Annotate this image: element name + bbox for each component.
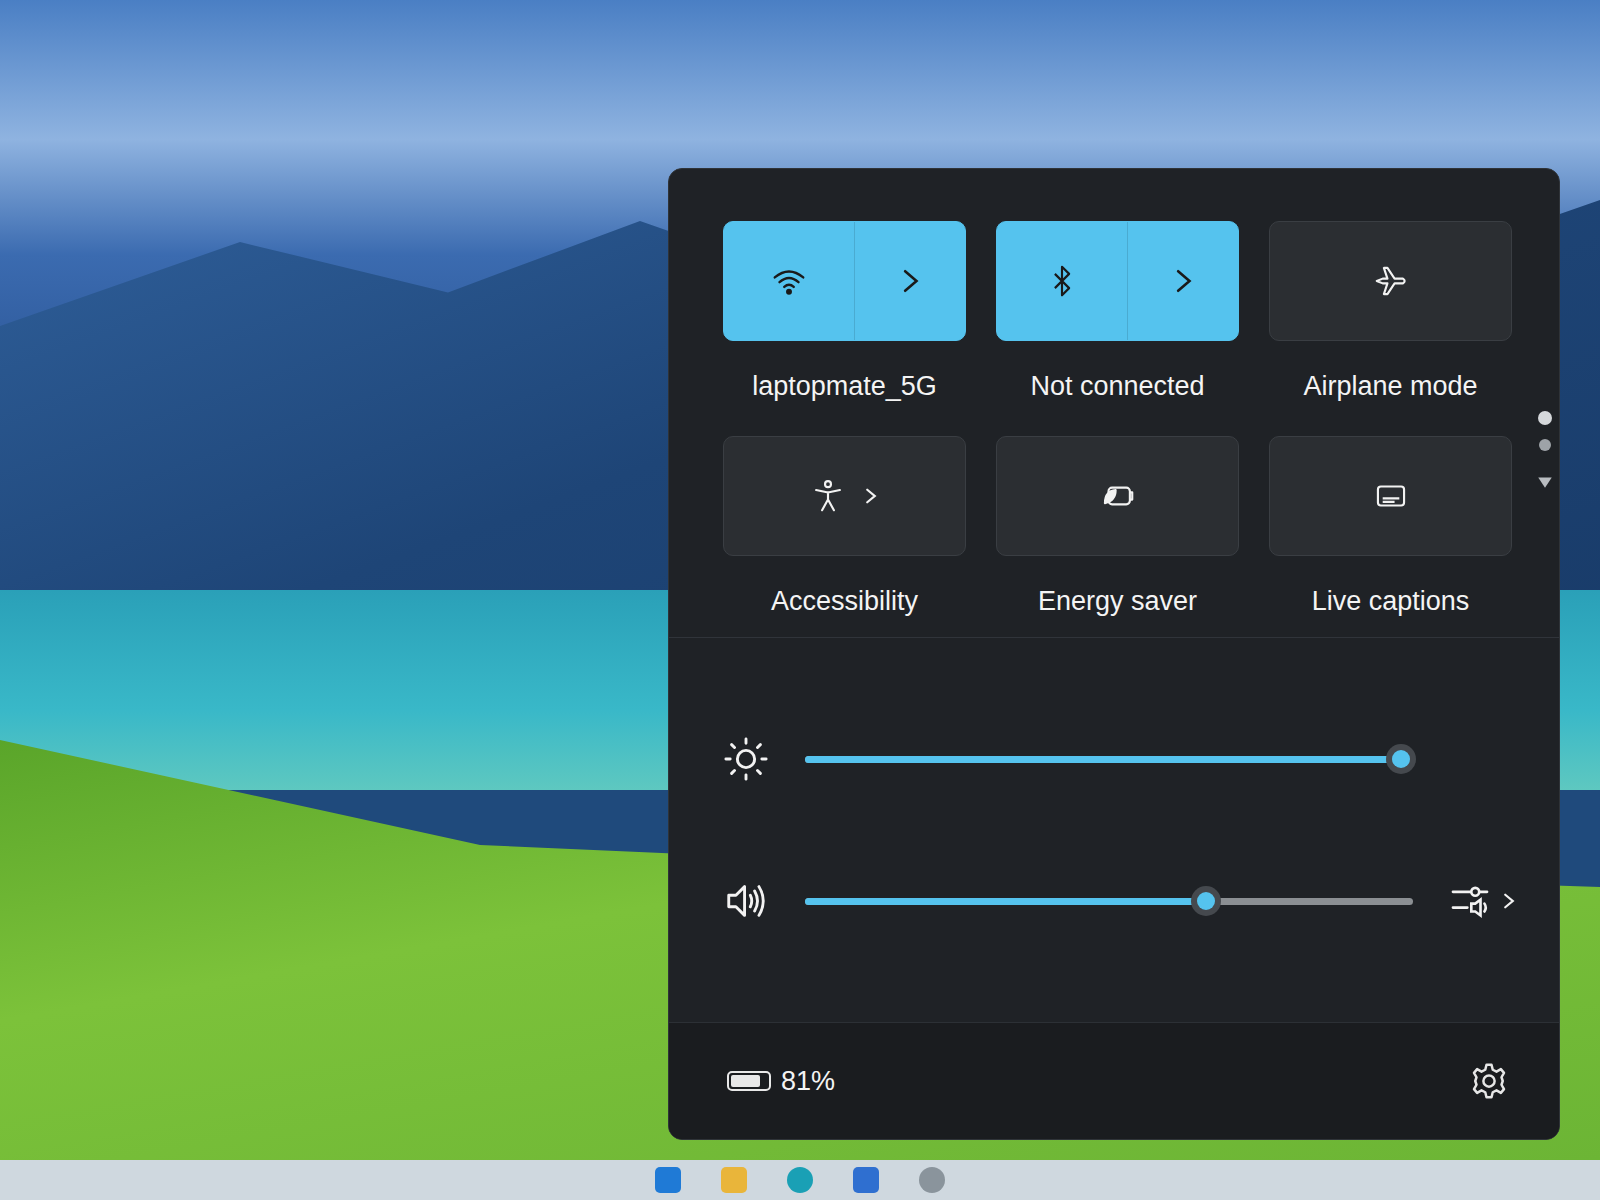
toggle-button[interactable] — [724, 437, 965, 555]
slider-fill — [805, 756, 1401, 763]
toggle-tile[interactable] — [723, 436, 966, 556]
toggle-label: Energy saver — [1038, 586, 1197, 617]
toggle-label: laptopmate_5G — [752, 371, 937, 402]
toggle-tile[interactable] — [1269, 436, 1512, 556]
panel-footer: 81% — [669, 1022, 1559, 1139]
gear-icon[interactable] — [1469, 1061, 1509, 1101]
chevron-icon — [1499, 891, 1519, 911]
expand-button[interactable] — [855, 222, 965, 340]
battery-status[interactable]: 81% — [727, 1066, 835, 1097]
captions-icon — [1372, 477, 1410, 515]
chevron-icon — [861, 486, 881, 506]
browser-icon[interactable] — [787, 1167, 813, 1193]
toggle-button[interactable] — [724, 222, 855, 340]
speaker-icon[interactable] — [723, 878, 769, 924]
energy-saver-icon — [1099, 477, 1137, 515]
toggle-item: laptopmate_5G — [723, 221, 966, 402]
toggle-label: Airplane mode — [1303, 371, 1477, 402]
toggle-button[interactable] — [1270, 437, 1511, 555]
toggle-tile[interactable] — [1269, 221, 1512, 341]
arrow-down-icon[interactable] — [1536, 473, 1554, 491]
folder-icon[interactable] — [721, 1167, 747, 1193]
toggle-label: Live captions — [1312, 586, 1470, 617]
slider-row — [723, 736, 1519, 782]
expand-button[interactable] — [1128, 222, 1238, 340]
slider-track[interactable] — [805, 756, 1413, 763]
battery-percent: 81% — [781, 1066, 835, 1097]
slider-fill — [805, 898, 1206, 905]
slider-thumb[interactable] — [1191, 886, 1221, 916]
toggle-label: Accessibility — [771, 586, 918, 617]
toggle-button[interactable] — [997, 222, 1128, 340]
desktop: laptopmate_5G Not connected Airplane mode A… — [0, 0, 1600, 1200]
slider-row — [723, 878, 1519, 924]
page-indicator — [1530, 221, 1559, 617]
slider-track[interactable] — [805, 898, 1413, 905]
toggle-item: Live captions — [1269, 436, 1512, 617]
toggle-button[interactable] — [1270, 222, 1511, 340]
taskbar — [0, 1160, 1600, 1200]
accessibility-icon — [809, 477, 847, 515]
bluetooth-icon — [1043, 262, 1081, 300]
chevron-icon — [897, 268, 923, 294]
sliders-section — [669, 638, 1559, 1022]
page-dot[interactable] — [1538, 411, 1552, 425]
toggle-tile[interactable] — [723, 221, 966, 341]
audio-output-button[interactable] — [1449, 880, 1519, 922]
toggle-item: Not connected — [996, 221, 1239, 402]
toggles-section: laptopmate_5G Not connected Airplane mode A… — [669, 169, 1559, 638]
store-icon[interactable] — [853, 1167, 879, 1193]
airplane-icon — [1372, 262, 1410, 300]
chevron-icon — [1170, 268, 1196, 294]
app-icon[interactable] — [919, 1167, 945, 1193]
wifi-icon — [770, 262, 808, 300]
toggle-tile[interactable] — [996, 436, 1239, 556]
toggle-item: Accessibility — [723, 436, 966, 617]
mixer-icon — [1449, 880, 1491, 922]
toggle-button[interactable] — [997, 437, 1238, 555]
start-icon[interactable] — [655, 1167, 681, 1193]
sun-icon — [723, 736, 769, 782]
slider-thumb[interactable] — [1386, 744, 1416, 774]
toggle-grid: laptopmate_5G Not connected Airplane mode A… — [723, 221, 1512, 617]
toggle-item: Airplane mode — [1269, 221, 1512, 402]
toggle-tile[interactable] — [996, 221, 1239, 341]
toggle-label: Not connected — [1030, 371, 1204, 402]
battery-icon — [727, 1071, 771, 1091]
toggle-item: Energy saver — [996, 436, 1239, 617]
quick-settings-panel: laptopmate_5G Not connected Airplane mode A… — [668, 168, 1560, 1140]
page-dot[interactable] — [1539, 439, 1551, 451]
